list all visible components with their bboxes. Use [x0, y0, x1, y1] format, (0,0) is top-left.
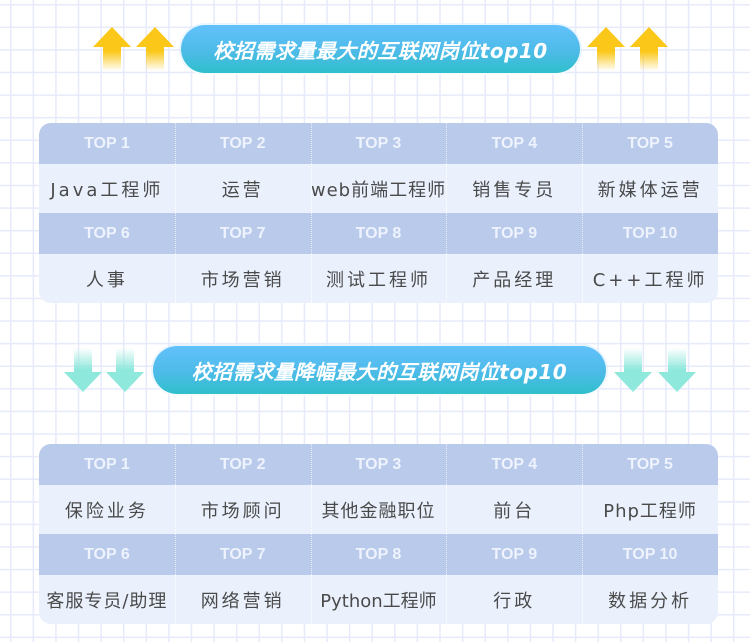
rank-label: TOP 2 — [174, 123, 311, 164]
rank-label: TOP 10 — [582, 534, 718, 575]
rank-label: TOP 8 — [310, 213, 447, 254]
rank-label: TOP 4 — [446, 444, 582, 485]
section-title-increase: 校招需求量最大的互联网岗位top10 — [181, 25, 580, 73]
job-title: 人事 — [85, 269, 128, 291]
up-arrow-icon — [630, 27, 668, 71]
rank-label: TOP 5 — [582, 123, 718, 164]
rank-header-row: TOP 6 TOP 7 TOP 8 TOP 9 TOP 10 — [39, 534, 718, 575]
rank-label: TOP 3 — [310, 123, 447, 164]
rank-label: TOP 8 — [310, 534, 447, 575]
rank-label: TOP 10 — [582, 213, 718, 254]
rank-label: TOP 7 — [174, 213, 311, 254]
job-title: 前台 — [446, 485, 582, 534]
job-title: Java工程师 — [50, 179, 164, 201]
job-row: 保险业务 市场顾问 其他金融职位 前台 Php工程师 — [39, 485, 718, 534]
rank-label: TOP 3 — [310, 444, 447, 485]
rank-label: TOP 5 — [582, 444, 718, 485]
job-title: web前端工程师 — [310, 164, 447, 213]
down-arrow-icon — [106, 348, 144, 392]
down-arrow-icon — [658, 348, 696, 392]
job-title: 数据分析 — [582, 575, 718, 624]
job-title: 网络营销 — [174, 575, 311, 624]
job-title: 行政 — [446, 575, 582, 624]
rank-label: TOP 1 — [84, 134, 130, 152]
down-arrow-icon — [614, 348, 652, 392]
top10-decline-table: TOP 1 TOP 2 TOP 3 TOP 4 TOP 5 保险业务 市场顾问 … — [39, 444, 718, 624]
rank-label: TOP 2 — [174, 444, 311, 485]
job-title: 产品经理 — [446, 254, 582, 303]
job-title: 保险业务 — [64, 500, 149, 522]
job-row: 客服专员/助理 网络营销 Python工程师 行政 数据分析 — [39, 575, 718, 624]
rank-label: TOP 1 — [84, 455, 130, 473]
job-title: C++工程师 — [582, 254, 718, 303]
top10-demand-table: TOP 1 TOP 2 TOP 3 TOP 4 TOP 5 Java工程师 运营… — [39, 123, 718, 303]
rank-header-row: TOP 1 TOP 2 TOP 3 TOP 4 TOP 5 — [39, 123, 718, 164]
job-title: 市场营销 — [174, 254, 311, 303]
rank-header-row: TOP 1 TOP 2 TOP 3 TOP 4 TOP 5 — [39, 444, 718, 485]
job-title: 新媒体运营 — [582, 164, 718, 213]
down-arrow-icon — [64, 348, 102, 392]
job-title: 客服专员/助理 — [46, 590, 168, 612]
up-arrow-icon — [136, 27, 174, 71]
rank-label: TOP 9 — [446, 213, 582, 254]
job-row: 人事 市场营销 测试工程师 产品经理 C++工程师 — [39, 254, 718, 303]
job-title: 测试工程师 — [310, 254, 447, 303]
job-title: Python工程师 — [310, 575, 447, 624]
job-title: 销售专员 — [446, 164, 582, 213]
job-title: 市场顾问 — [174, 485, 311, 534]
section-title-decrease: 校招需求量降幅最大的互联网岗位top10 — [153, 346, 606, 394]
rank-label: TOP 9 — [446, 534, 582, 575]
rank-label: TOP 4 — [446, 123, 582, 164]
rank-label: TOP 6 — [84, 224, 130, 242]
rank-header-row: TOP 6 TOP 7 TOP 8 TOP 9 TOP 10 — [39, 213, 718, 254]
rank-label: TOP 7 — [174, 534, 311, 575]
job-title: 运营 — [174, 164, 311, 213]
rank-label: TOP 6 — [84, 545, 130, 563]
job-title: Php工程师 — [582, 485, 718, 534]
job-title: 其他金融职位 — [310, 485, 447, 534]
up-arrow-icon — [93, 27, 131, 71]
up-arrow-icon — [587, 27, 625, 71]
job-row: Java工程师 运营 web前端工程师 销售专员 新媒体运营 — [39, 164, 718, 213]
